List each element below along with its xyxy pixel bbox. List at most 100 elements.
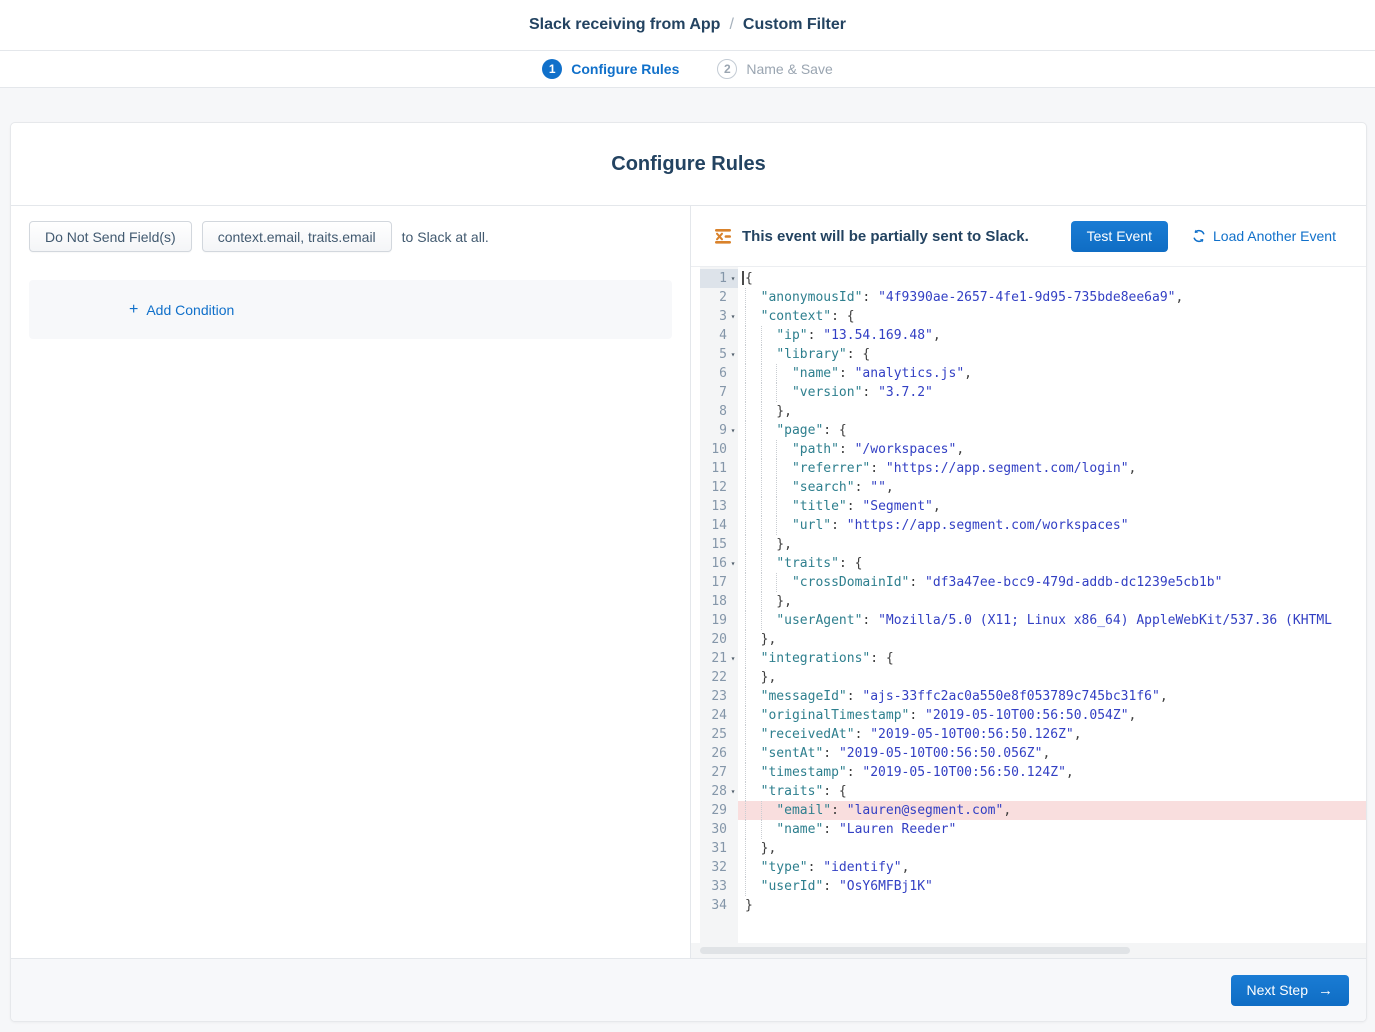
editor-line[interactable]: 28▾ "traits": { [700,782,1366,801]
next-step-button[interactable]: Next Step → [1231,975,1349,1006]
indent-guide [745,744,746,763]
fold-arrow-icon[interactable]: ▾ [728,554,738,573]
indent-guide [761,459,762,478]
editor-line[interactable]: 22 }, [700,668,1366,687]
indent-guide [745,326,746,345]
indent-guide [761,345,762,364]
indent-guide [745,402,746,421]
rule-action-selector[interactable]: Do Not Send Field(s) [29,221,192,252]
indent-guide [761,554,762,573]
fold-arrow-icon[interactable]: ▾ [728,345,738,364]
editor-line[interactable]: 19 "userAgent": "Mozilla/5.0 (X11; Linux… [700,611,1366,630]
code-line: }, [738,402,1366,421]
indent-guide [761,364,762,383]
editor-line[interactable]: 20 }, [700,630,1366,649]
editor-line[interactable]: 10 "path": "/workspaces", [700,440,1366,459]
fold-arrow-icon[interactable]: ▾ [728,421,738,440]
editor-line[interactable]: 33 "userId": "OsY6MFBj1K" [700,877,1366,896]
indent-guide [745,535,746,554]
editor-line[interactable]: 30 "name": "Lauren Reeder" [700,820,1366,839]
rule-fields-selector[interactable]: context.email, traits.email [202,221,392,252]
editor-line[interactable]: 13 "title": "Segment", [700,497,1366,516]
line-number: 19 [700,611,738,630]
line-number: 26 [700,744,738,763]
code-line: "traits": { [738,782,1366,801]
code-line: "search": "", [738,478,1366,497]
editor-line[interactable]: 1▾{ [700,269,1366,288]
add-condition-button[interactable]: + Add Condition [129,302,234,318]
indent-guide [745,687,746,706]
editor-line[interactable]: 24 "originalTimestamp": "2019-05-10T00:5… [700,706,1366,725]
editor-line[interactable]: 18 }, [700,592,1366,611]
line-number: 15 [700,535,738,554]
load-another-event-label: Load Another Event [1213,228,1336,244]
editor-line[interactable]: 26 "sentAt": "2019-05-10T00:56:50.056Z", [700,744,1366,763]
line-number: 31 [700,839,738,858]
editor-line[interactable]: 29 "email": "lauren@segment.com", [700,801,1366,820]
line-number: 18 [700,592,738,611]
step-configure-rules[interactable]: 1 Configure Rules [542,59,679,79]
editor-line[interactable]: 34} [700,896,1366,915]
scrollbar-thumb[interactable] [700,947,1130,954]
indent-guide [745,668,746,687]
code-line: "referrer": "https://app.segment.com/log… [738,459,1366,478]
code-line: "userId": "OsY6MFBj1K" [738,877,1366,896]
step-1-circle: 1 [542,59,562,79]
line-number: 24 [700,706,738,725]
line-number: 20 [700,630,738,649]
line-number: 3▾ [700,307,738,326]
indent-guide [761,516,762,535]
line-number: 23 [700,687,738,706]
editor-line[interactable]: 17 "crossDomainId": "df3a47ee-bcc9-479d-… [700,573,1366,592]
json-editor-lines: 1▾{2 "anonymousId": "4f9390ae-2657-4fe1-… [691,269,1366,915]
editor-line[interactable]: 6 "name": "analytics.js", [700,364,1366,383]
code-line: }, [738,535,1366,554]
editor-line[interactable]: 27 "timestamp": "2019-05-10T00:56:50.124… [700,763,1366,782]
editor-line[interactable]: 7 "version": "3.7.2" [700,383,1366,402]
editor-line[interactable]: 4 "ip": "13.54.169.48", [700,326,1366,345]
fold-arrow-icon[interactable]: ▾ [728,649,738,668]
editor-line[interactable]: 16▾ "traits": { [700,554,1366,573]
indent-guide [745,801,746,820]
editor-line[interactable]: 32 "type": "identify", [700,858,1366,877]
editor-line[interactable]: 2 "anonymousId": "4f9390ae-2657-4fe1-9d9… [700,288,1366,307]
editor-line[interactable]: 12 "search": "", [700,478,1366,497]
indent-guide [745,345,746,364]
indent-guide [761,592,762,611]
fold-arrow-icon[interactable]: ▾ [728,307,738,326]
json-editor[interactable]: 1▾{2 "anonymousId": "4f9390ae-2657-4fe1-… [691,267,1366,943]
step-name-save[interactable]: 2 Name & Save [717,59,832,79]
indent-guide [776,516,777,535]
indent-guide [745,516,746,535]
breadcrumb-source[interactable]: Slack receiving from App [529,16,720,34]
code-line: "messageId": "ajs-33ffc2ac0a550e8f053789… [738,687,1366,706]
editor-line[interactable]: 21▾ "integrations": { [700,649,1366,668]
editor-line[interactable]: 5▾ "library": { [700,345,1366,364]
line-number: 21▾ [700,649,738,668]
editor-line[interactable]: 9▾ "page": { [700,421,1366,440]
line-number: 1▾ [700,269,738,288]
fold-arrow-icon[interactable]: ▾ [728,269,738,288]
editor-line[interactable]: 25 "receivedAt": "2019-05-10T00:56:50.12… [700,725,1366,744]
editor-line[interactable]: 15 }, [700,535,1366,554]
indent-guide [761,535,762,554]
configure-rules-card: Configure Rules Do Not Send Field(s) con… [10,122,1367,1022]
editor-line[interactable]: 3▾ "context": { [700,307,1366,326]
line-number: 11 [700,459,738,478]
editor-line[interactable]: 11 "referrer": "https://app.segment.com/… [700,459,1366,478]
test-event-button[interactable]: Test Event [1071,221,1168,252]
next-step-label: Next Step [1247,982,1308,998]
card-title-bar: Configure Rules [11,123,1366,206]
fold-arrow-icon[interactable]: ▾ [728,782,738,801]
editor-line[interactable]: 31 }, [700,839,1366,858]
editor-line[interactable]: 23 "messageId": "ajs-33ffc2ac0a550e8f053… [700,687,1366,706]
code-line: }, [738,592,1366,611]
editor-line[interactable]: 14 "url": "https://app.segment.com/works… [700,516,1366,535]
indent-guide [745,497,746,516]
indent-guide [761,421,762,440]
line-number: 2 [700,288,738,307]
code-line: }, [738,839,1366,858]
load-another-event-button[interactable]: Load Another Event [1192,228,1336,244]
editor-horizontal-scrollbar[interactable] [691,943,1366,958]
editor-line[interactable]: 8 }, [700,402,1366,421]
